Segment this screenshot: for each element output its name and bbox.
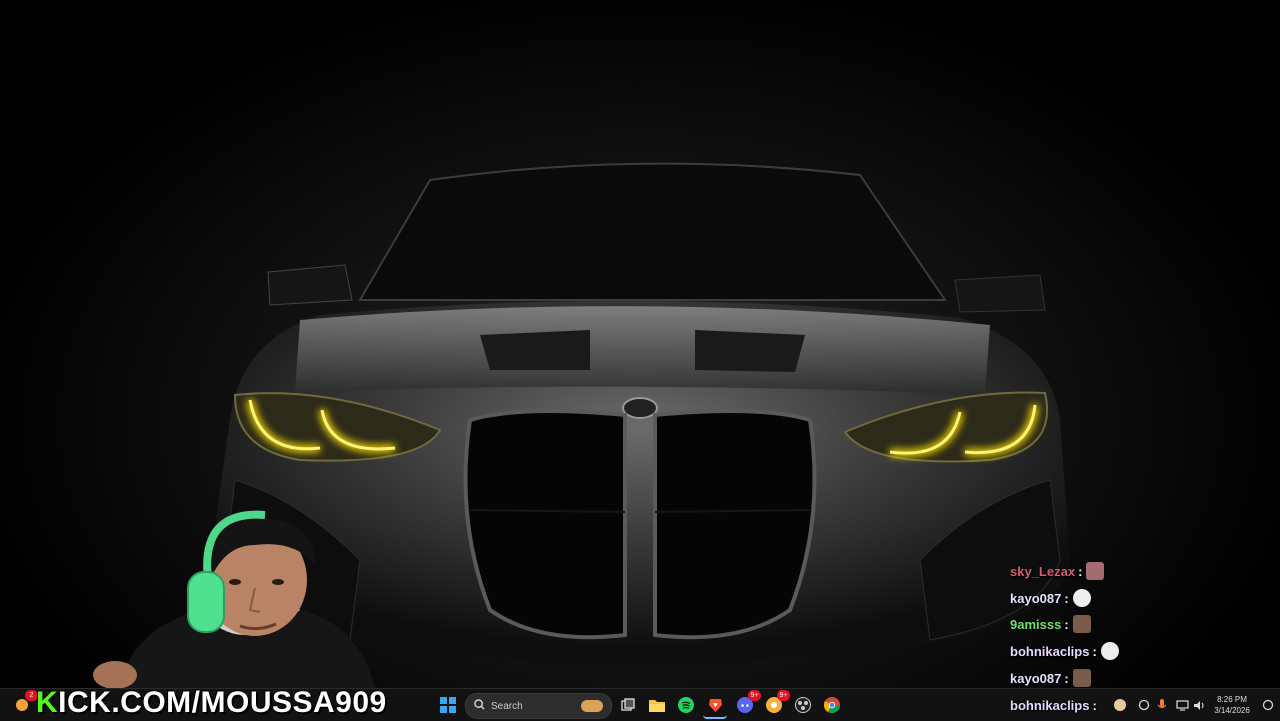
chat-emote [1100,642,1119,660]
file-explorer-icon[interactable] [645,693,669,717]
chat-message: sky_Lezax : [1010,560,1105,582]
chat-separator: : [1092,697,1097,713]
chat-message: bohnikaclips : [1010,640,1119,662]
chat-username: bohnikaclips [1010,643,1090,659]
spotify-icon[interactable] [674,693,698,717]
webcam-overlay [93,510,375,688]
chat-message: 9amisss : [1010,613,1091,635]
notification-bell-icon[interactable] [1256,693,1280,717]
chat-emote [1072,669,1091,687]
kick-logo-letter: K [36,686,59,719]
chat-message: bohnikaclips : [1010,694,1101,716]
windows-start-icon[interactable] [436,693,460,717]
chat-separator: : [1064,590,1069,606]
app-badge: 9+ [777,690,790,701]
chat-separator: : [1064,616,1069,632]
discord-badge: 9+ [748,690,761,701]
search-icon [474,697,485,715]
task-view-icon[interactable] [616,693,640,717]
chat-emote [1086,562,1105,580]
obs-icon[interactable] [791,693,815,717]
chat-separator: : [1064,670,1069,686]
chat-emote [1072,615,1091,633]
brave-icon[interactable] [703,693,727,719]
kick-channel-url: ICK.COM/MOUSSA909 [58,686,387,719]
system-clock[interactable]: 8:26 PM 3/14/2026 [1208,693,1256,717]
chat-separator: : [1092,643,1097,659]
chat-message: kayo087 : [1010,667,1091,688]
taskbar-search[interactable]: Search [465,693,612,719]
chat-username: bohnikaclips [1010,697,1090,713]
clock-date: 3/14/2026 [1214,706,1250,715]
desktop-wallpaper: sky_Lezax : kayo087 : 9amisss : bohnikac… [0,0,1280,688]
chat-message: kayo087 : [1010,587,1091,609]
chat-username: sky_Lezax [1010,563,1076,579]
chat-username: kayo087 [1010,670,1062,686]
chat-emote [1072,589,1091,607]
kick-channel-watermark: KICK.COM/MOUSSA909 [36,686,387,720]
search-placeholder: Search [491,700,523,712]
discord-icon[interactable]: 9+ [733,690,761,717]
weather-widget-icon[interactable]: 2 [10,690,38,717]
chat-username: kayo087 [1010,590,1062,606]
search-highlight-icon [581,700,603,712]
chat-username: 9amisss [1010,616,1062,632]
clock-time: 8:26 PM [1217,695,1247,704]
chat-separator: : [1078,563,1083,579]
chrome-icon[interactable] [820,693,844,717]
tray-emote-icon[interactable] [1108,693,1132,717]
notification-app-icon[interactable]: 9+ [762,690,790,717]
